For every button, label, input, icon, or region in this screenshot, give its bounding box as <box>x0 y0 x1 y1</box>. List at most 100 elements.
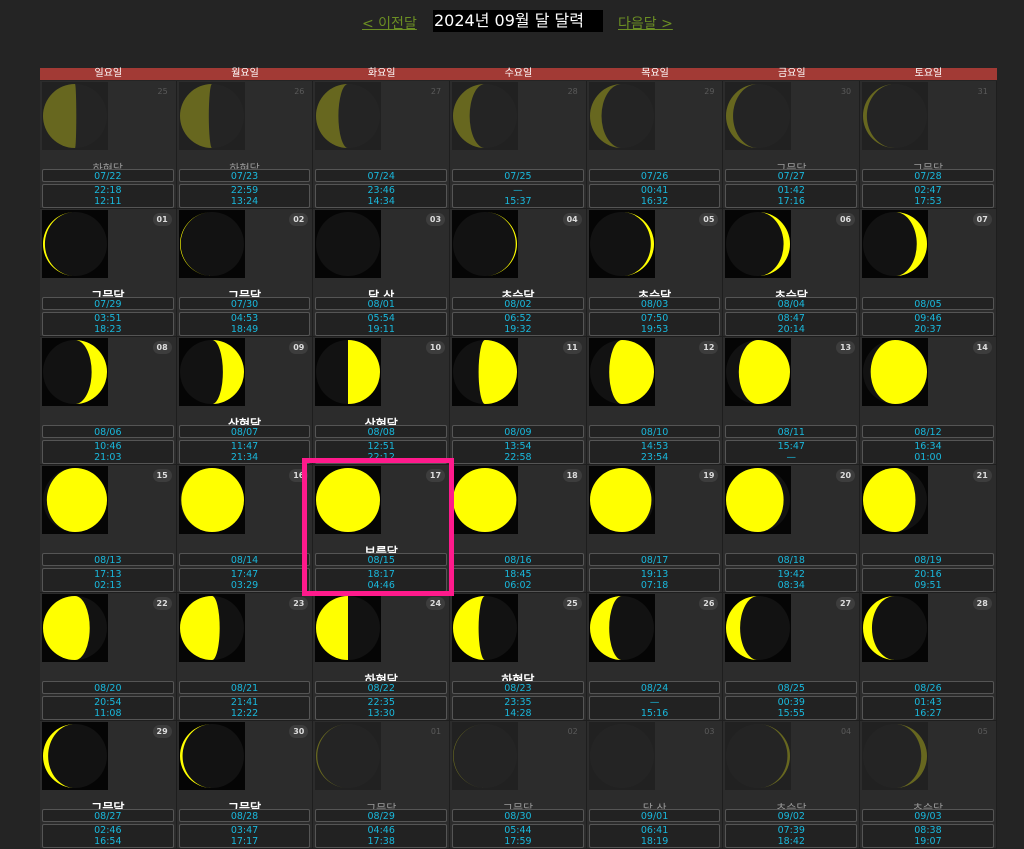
day-number: 08 <box>152 341 172 354</box>
moonrise-time: 16:34 <box>914 441 942 452</box>
day-cell[interactable]: 17 보름달 08/15 18:17 04:46 <box>313 465 451 593</box>
lunar-date: 08/14 <box>178 553 311 566</box>
day-cell[interactable]: 01 그믐달 07/29 03:51 18:23 <box>40 209 177 337</box>
day-cell[interactable]: 19 08/17 19:13 07:18 <box>586 465 724 593</box>
day-cell[interactable]: 08 08/06 10:46 21:03 <box>40 337 177 465</box>
moon-phase-icon <box>452 594 519 662</box>
day-cell[interactable]: 14 08/12 16:34 01:00 <box>860 337 997 465</box>
moonrise-time: 07:39 <box>777 825 805 836</box>
next-month-link[interactable]: 다음달 > <box>618 13 673 33</box>
moon-times: 06:41 18:19 <box>588 824 721 848</box>
day-cell[interactable]: 04초승달09/0207:3918:42 <box>723 721 861 849</box>
day-cell[interactable]: 27 07/24 23:46 14:34 <box>313 81 451 209</box>
day-cell[interactable]: 07 08/05 09:46 20:37 <box>860 209 997 337</box>
day-cell[interactable]: 02 그믐달 07/30 04:53 18:49 <box>176 209 314 337</box>
day-cell[interactable]: 26하현달07/2322:5913:24 <box>176 81 314 209</box>
moon-phase-icon <box>588 594 655 662</box>
moonset-time: 15:55 <box>777 707 805 719</box>
day-cell[interactable]: 12 08/10 14:53 23:54 <box>586 337 724 465</box>
day-cell[interactable]: 24 하현달 08/22 22:35 13:30 <box>313 593 451 721</box>
moonrise-time: 21:41 <box>230 697 259 708</box>
moon-times: 11:47 21:34 <box>178 440 311 464</box>
day-cell[interactable]: 15 08/13 17:13 02:13 <box>40 465 177 593</box>
day-cell[interactable]: 31그믐달07/2802:4717:53 <box>860 81 997 209</box>
moonset-time: 07:18 <box>640 579 669 591</box>
moonrise-time: 06:41 <box>640 825 669 836</box>
moon-phase-icon <box>862 338 929 406</box>
moonset-time: 04:46 <box>367 579 395 591</box>
day-number: 13 <box>835 341 856 354</box>
day-number: 23 <box>289 597 309 610</box>
day-number: 20 <box>835 469 856 482</box>
day-cell[interactable]: 06 초승달 08/04 08:47 20:14 <box>723 209 861 337</box>
day-cell[interactable]: 04 초승달 08/02 06:52 19:32 <box>450 209 587 337</box>
day-cell[interactable]: 25하현달07/2222:1812:11 <box>40 81 177 209</box>
moon-phase-icon <box>315 82 382 150</box>
moon-times: 23:46 14:34 <box>315 184 448 208</box>
moonset-time: 18:23 <box>94 323 122 335</box>
day-number: 29 <box>152 725 172 738</box>
day-cell[interactable]: 05초승달09/0308:3819:07 <box>860 721 997 849</box>
moon-times: 02:46 16:54 <box>42 824 174 848</box>
moonset-time: 19:53 <box>640 323 669 335</box>
moonset-time: 19:11 <box>367 323 395 335</box>
lunar-date: 08/15 <box>315 553 448 566</box>
day-cell[interactable]: 29 그믐달 08/27 02:46 16:54 <box>40 721 177 849</box>
moonrise-time: 03:51 <box>94 313 122 324</box>
moon-times: 20:16 09:51 <box>862 568 994 592</box>
lunar-date: 08/22 <box>315 681 448 694</box>
weekday-saturday: 토요일 <box>914 68 943 79</box>
moon-phase-icon <box>42 594 108 662</box>
day-cell[interactable]: 01그믐달08/2904:4617:38 <box>313 721 451 849</box>
moon-times: 01:42 17:16 <box>725 184 858 208</box>
day-cell[interactable]: 30그믐달07/2701:4217:16 <box>723 81 861 209</box>
prev-month-link[interactable]: < 이전달 <box>362 13 417 33</box>
day-cell[interactable]: 09 상현달 08/07 11:47 21:34 <box>176 337 314 465</box>
moonrise-time: — <box>513 185 523 196</box>
day-cell[interactable]: 29 07/26 00:41 16:32 <box>586 81 724 209</box>
moon-phase-icon <box>178 722 245 790</box>
day-cell[interactable]: 21 08/19 20:16 09:51 <box>860 465 997 593</box>
day-cell[interactable]: 27 08/25 00:39 15:55 <box>723 593 861 721</box>
lunar-date: 09/03 <box>862 809 994 822</box>
day-cell[interactable]: 25 하현달 08/23 23:35 14:28 <box>450 593 587 721</box>
day-cell[interactable]: 30 그믐달 08/28 03:47 17:17 <box>176 721 314 849</box>
moon-times: —15:37 <box>452 184 584 208</box>
day-cell[interactable]: 03 달 삭 08/01 05:54 19:11 <box>313 209 451 337</box>
weekday-sunday: 일요일 <box>94 68 123 79</box>
day-cell[interactable]: 22 08/20 20:54 11:08 <box>40 593 177 721</box>
moon-times: 20:54 11:08 <box>42 696 174 720</box>
day-number: 25 <box>562 597 582 610</box>
day-number: 26 <box>699 597 719 610</box>
moon-phase-icon <box>42 210 108 278</box>
day-cell[interactable]: 05 초승달 08/03 07:50 19:53 <box>586 209 724 337</box>
day-number: 09 <box>289 341 309 354</box>
day-cell[interactable]: 26 08/24 —15:16 <box>586 593 724 721</box>
day-cell[interactable]: 20 08/18 19:42 08:34 <box>723 465 861 593</box>
day-cell[interactable]: 28 07/25 —15:37 <box>450 81 587 209</box>
moonset-time: 15:16 <box>640 707 669 719</box>
moon-times: 05:44 17:59 <box>452 824 584 848</box>
day-cell[interactable]: 28 08/26 01:43 16:27 <box>860 593 997 721</box>
lunar-date: 08/10 <box>588 425 721 438</box>
moon-phase-icon <box>588 82 655 150</box>
moon-phase-icon <box>315 594 382 662</box>
moonset-time: 23:54 <box>640 451 669 463</box>
day-cell[interactable]: 23 08/21 21:41 12:22 <box>176 593 314 721</box>
moonrise-time: 20:54 <box>94 697 122 708</box>
moon-times: 00:41 16:32 <box>588 184 721 208</box>
lunar-date: 08/09 <box>452 425 584 438</box>
moon-times: 07:50 19:53 <box>588 312 721 336</box>
day-cell[interactable]: 03달 삭09/0106:4118:19 <box>586 721 724 849</box>
day-cell[interactable]: 13 08/11 15:47— <box>723 337 861 465</box>
moon-times: 07:39 18:42 <box>725 824 858 848</box>
lunar-date: 08/23 <box>452 681 584 694</box>
day-cell[interactable]: 18 08/16 18:45 06:02 <box>450 465 587 593</box>
moon-phase-icon <box>452 466 519 534</box>
moon-times: 19:42 08:34 <box>725 568 858 592</box>
day-number: 26 <box>294 87 305 96</box>
day-cell[interactable]: 10 상현달 08/08 12:51 22:12 <box>313 337 451 465</box>
day-cell[interactable]: 16 08/14 17:47 03:29 <box>176 465 314 593</box>
day-cell[interactable]: 11 08/09 13:54 22:58 <box>450 337 587 465</box>
day-cell[interactable]: 02그믐달08/3005:4417:59 <box>450 721 587 849</box>
